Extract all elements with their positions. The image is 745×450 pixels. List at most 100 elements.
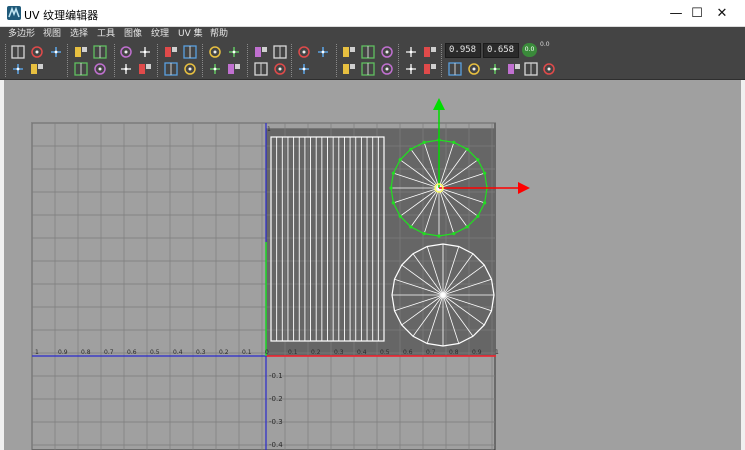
select-shell-icon[interactable] <box>10 61 26 77</box>
menu-view[interactable]: 视图 <box>43 28 61 40</box>
uv-shell-circle-top-vertex <box>422 140 426 144</box>
toolbar-separator <box>247 44 248 77</box>
flip-vertical-icon[interactable] <box>92 44 108 60</box>
toolbar-separator <box>114 44 115 77</box>
u-tick-label: 0.6 <box>403 349 413 356</box>
u-tick-label: 0.7 <box>104 349 114 356</box>
menu-select[interactable]: 选择 <box>70 28 88 40</box>
align-top-icon[interactable] <box>253 61 269 77</box>
uv-step-label[interactable]: 0.0 <box>522 43 537 57</box>
toolbar-separator <box>336 44 337 77</box>
u-tick-label: 0.4 <box>357 349 367 356</box>
copy-uv-icon[interactable] <box>403 61 419 77</box>
checker-map-icon[interactable] <box>403 44 419 60</box>
v-coordinate-field[interactable]: 0.658 <box>483 43 519 58</box>
uv-frame-icon[interactable] <box>10 44 26 60</box>
toolbar-separator <box>398 44 399 77</box>
flip-horizontal-icon[interactable] <box>73 44 89 60</box>
rotate-ccw-icon[interactable] <box>360 44 376 60</box>
uv-shell-circle-top-vertex <box>409 147 413 151</box>
u-tick-label: 0.3 <box>334 349 344 356</box>
cut-uv-icon[interactable] <box>118 44 134 60</box>
red-dot-icon[interactable] <box>73 61 89 77</box>
layout-uv-icon[interactable] <box>182 44 198 60</box>
uv-viewport[interactable]: 1 0.9 0.8 0.7 0.6 0.5 0.4 0.3 0.2 0.1 0 0.1 0.2 0.3 0.… <box>4 80 741 450</box>
toolbar-separator <box>157 44 158 77</box>
toolbar-separator <box>441 44 442 77</box>
manip-x-arrow <box>518 182 530 194</box>
texture-display-icon[interactable] <box>296 44 312 60</box>
menu-help[interactable]: 帮助 <box>210 28 228 40</box>
straighten-icon[interactable] <box>118 61 134 77</box>
uv-shell-circle-top-vertex <box>398 158 402 162</box>
pixel-snap-icon[interactable] <box>341 44 357 60</box>
stack-icon[interactable] <box>207 61 223 77</box>
title-bar: UV 纹理编辑器 — ☐ ✕ <box>0 0 745 27</box>
uv-shell-circle-top-vertex <box>409 225 413 229</box>
uv-unfold-icon[interactable] <box>48 44 64 60</box>
checkerboard-icon[interactable] <box>379 61 395 77</box>
uv-shell-circle-top-vertex <box>476 214 480 218</box>
u-tick-label: 0.7 <box>426 349 436 356</box>
v-tick-label: -0.3 <box>269 418 283 426</box>
snapshot-icon[interactable] <box>253 44 269 60</box>
menu-tools[interactable]: 工具 <box>97 28 115 40</box>
shell-bounds-icon[interactable] <box>296 61 312 77</box>
window-frame-right <box>741 27 745 450</box>
menu-textures[interactable]: 纹理 <box>151 28 169 40</box>
menu-uv-sets[interactable]: UV 集 <box>178 28 203 40</box>
menu-bar: 多边形 视图 选择 工具 图像 纹理 UV 集 帮助 <box>0 27 745 41</box>
u-tick-label: 0.1 <box>288 349 298 356</box>
grid-snap-icon[interactable] <box>272 61 288 77</box>
v-tick-label: 1 <box>267 126 271 133</box>
u-tick-label: 0.1 <box>242 349 252 356</box>
grab-icon[interactable] <box>137 61 153 77</box>
distribute-icon[interactable] <box>182 61 198 77</box>
u-tick-label: 0.9 <box>472 349 482 356</box>
uv-shell-circle-top-vertex <box>483 171 487 175</box>
tool-icon[interactable] <box>523 61 539 77</box>
checker-icon[interactable] <box>315 44 331 60</box>
gear-icon[interactable] <box>506 61 522 77</box>
paste-uv-icon[interactable] <box>422 61 438 77</box>
orbit-icon[interactable] <box>92 61 108 77</box>
u-tick-label: 0.3 <box>196 349 206 356</box>
uv-shell-circle-top-vertex <box>398 214 402 218</box>
uv-shell-circle-top-vertex <box>437 234 441 238</box>
color-management-icon[interactable] <box>341 61 357 77</box>
u-tick-label: 0.9 <box>58 349 68 356</box>
pin-icon[interactable] <box>447 61 463 77</box>
toolbar-separator <box>5 44 6 77</box>
menu-polygons[interactable]: 多边形 <box>8 28 35 40</box>
align-right-icon[interactable] <box>226 44 242 60</box>
select-border-icon[interactable] <box>29 61 45 77</box>
uv-canvas[interactable]: 1 0.9 0.8 0.7 0.6 0.5 0.4 0.3 0.2 0.1 0 0.1 0.2 0.3 0.… <box>4 80 741 450</box>
u-coordinate-field[interactable]: 0.958 <box>445 43 481 58</box>
move-sew-icon[interactable] <box>163 44 179 60</box>
grid-uv-icon[interactable] <box>272 44 288 60</box>
dim-image-icon[interactable] <box>360 61 376 77</box>
v-tick-label: -0.1 <box>269 372 283 380</box>
lock-icon[interactable] <box>487 61 503 77</box>
uv-shell-circle-top-vertex <box>476 158 480 162</box>
align-bottom-icon[interactable] <box>226 61 242 77</box>
u-tick-label: 0.8 <box>81 349 91 356</box>
sew-uv-icon[interactable] <box>137 44 153 60</box>
align-left-icon[interactable] <box>207 44 223 60</box>
toolbar-separator <box>67 44 68 77</box>
normalize-icon[interactable] <box>163 61 179 77</box>
uv-offset-label: 0.0 <box>540 41 550 48</box>
unpin-icon[interactable] <box>466 61 482 77</box>
toolbar: 0.958 0.658 0.0 0.0 <box>0 41 745 80</box>
close-button[interactable]: ✕ <box>699 0 745 27</box>
u-tick-label: 0.5 <box>380 349 390 356</box>
u-tick-label: 0.4 <box>173 349 183 356</box>
manip-y-arrow <box>433 98 445 110</box>
prev-image-icon[interactable] <box>422 44 438 60</box>
uv-shell-circle-top-vertex <box>452 140 456 144</box>
smooth-uv-icon[interactable] <box>379 44 395 60</box>
tool-icon[interactable] <box>541 61 557 77</box>
menu-image[interactable]: 图像 <box>124 28 142 40</box>
uv-camera-icon[interactable] <box>29 44 45 60</box>
v-tick-label: -0.2 <box>269 395 283 403</box>
